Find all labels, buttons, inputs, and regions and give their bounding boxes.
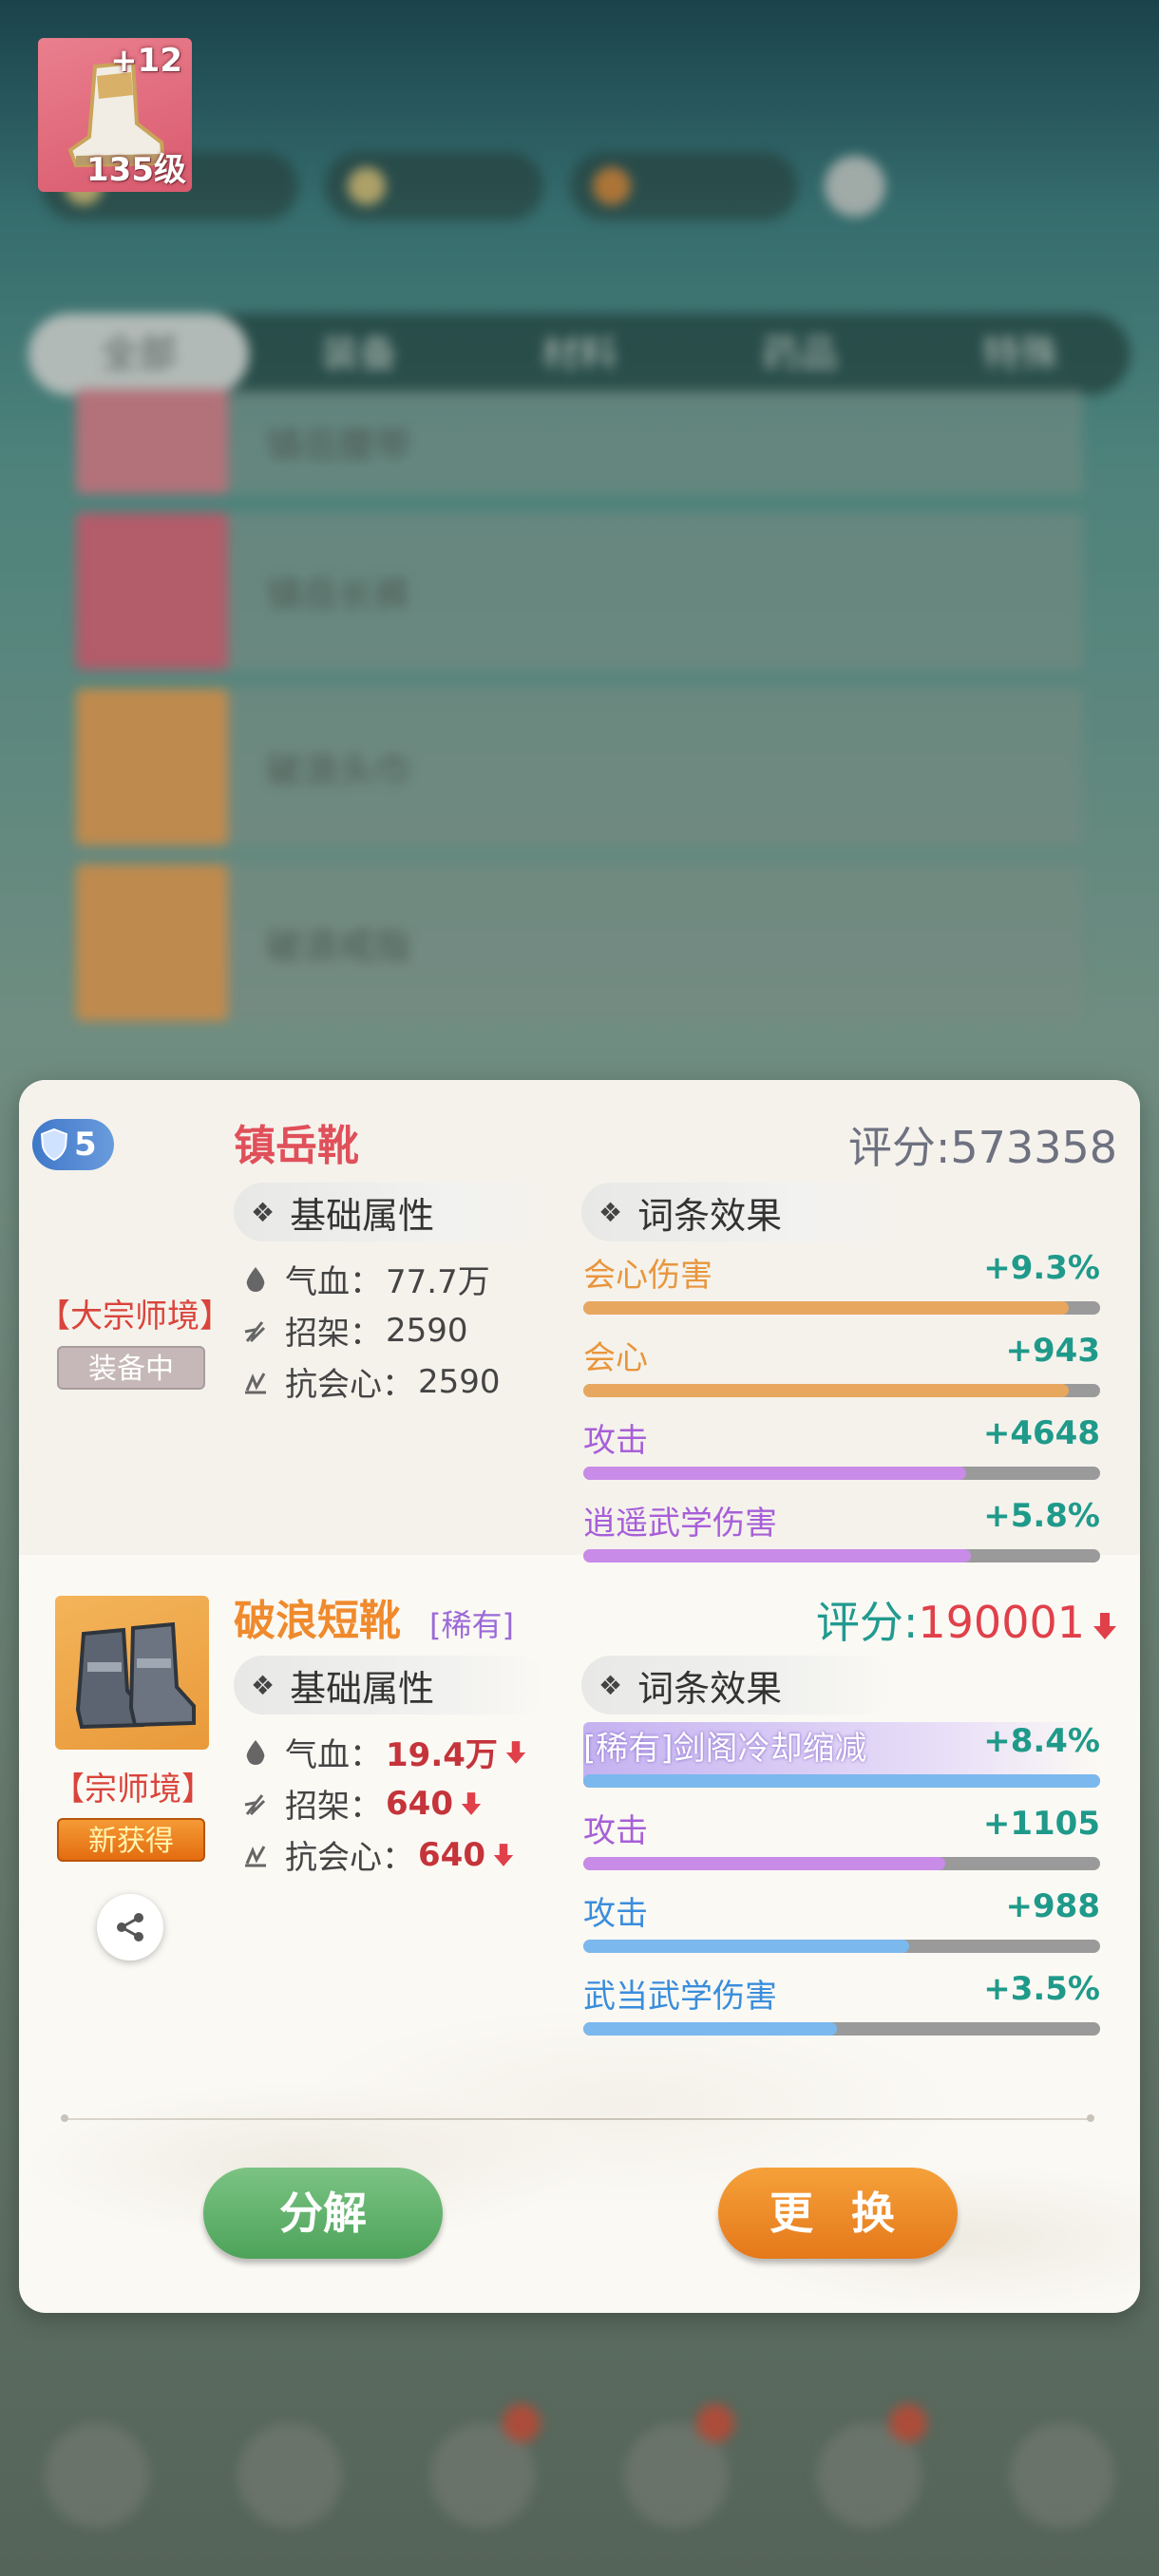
affix-bar-fill (583, 1857, 945, 1870)
star-badge: 5 (32, 1119, 114, 1170)
affix-value: +5.8% (983, 1497, 1100, 1535)
affix-bar (583, 2022, 1100, 2036)
affix-value: +1105 (982, 1805, 1100, 1843)
diamond-icon: ❖ (251, 1196, 276, 1228)
new-item-name: 破浪短靴 (234, 1597, 401, 1645)
affix-value: +943 (1005, 1332, 1100, 1370)
shield-icon (40, 1127, 68, 1162)
equipped-status-tag: 装备中 (57, 1346, 205, 1390)
base-attributes-header: ❖ 基础属性 (234, 1656, 547, 1714)
stat-crit-resist: 抗会心： 2590 (243, 1358, 501, 1405)
stat-hp: 气血： 77.7万 (243, 1256, 490, 1302)
new-item-affix-list: [稀有]剑阁冷却缩减 +8.4% 攻击 +1105 攻击 +988 武当武学伤害 +3.… (583, 1722, 1100, 2036)
affix-bar-fill (583, 1774, 1100, 1788)
equipped-item-icon[interactable]: +12 135级 (38, 38, 192, 192)
affix-effects-header: ❖ 词条效果 (581, 1183, 895, 1241)
affix-bar-fill (583, 1940, 909, 1953)
disassemble-button[interactable]: 分解 (203, 2168, 443, 2259)
affix-bar (583, 1857, 1100, 1870)
affix-row: 攻击 +4648 (583, 1414, 1100, 1480)
affix-bar (583, 1940, 1100, 1953)
affix-bar-fill (583, 1301, 1070, 1315)
affix-row: 会心 +943 (583, 1332, 1100, 1397)
stat-hp: 气血： 19.4万 (243, 1729, 526, 1775)
stat-crit-resist: 抗会心： 640 (243, 1831, 514, 1878)
diamond-icon: ❖ (598, 1669, 623, 1701)
equipped-item-name: 镇岳靴 (234, 1122, 359, 1170)
diamond-icon: ❖ (598, 1196, 623, 1228)
down-arrow-icon (1093, 1612, 1116, 1639)
crit-resist-icon (245, 1845, 266, 1866)
new-item-realm: 【宗师境】 (52, 1771, 214, 1809)
parry-icon (244, 1793, 266, 1815)
stat-parry: 招架： 2590 (243, 1307, 468, 1354)
affix-effects-header: ❖ 词条效果 (581, 1656, 895, 1714)
equipped-affix-list: 会心伤害 +9.3% 会心 +943 攻击 +4648 逍遥武学伤害 +5.8% (583, 1249, 1100, 1563)
affix-bar (583, 1774, 1100, 1788)
parry-icon (244, 1320, 266, 1342)
affix-label: 攻击 (583, 1422, 648, 1460)
equipped-score: 评分:573358 (847, 1122, 1117, 1173)
replace-button[interactable]: 更 换 (718, 2168, 958, 2259)
share-button[interactable] (97, 1894, 163, 1960)
affix-bar (583, 1301, 1100, 1315)
affix-label: 会心伤害 (583, 1257, 712, 1295)
affix-label: 武当武学伤害 (583, 1978, 777, 2016)
blood-drop-icon (246, 1266, 265, 1292)
equipped-realm: 【大宗师境】 (38, 1297, 232, 1335)
share-icon (117, 1913, 143, 1941)
affix-bar (583, 1467, 1100, 1480)
affix-value: +3.5% (983, 1970, 1100, 2008)
affix-bar-fill (583, 1549, 971, 1563)
crit-resist-icon (245, 1372, 266, 1393)
affix-value: +8.4% (983, 1722, 1100, 1760)
base-attributes-header: ❖ 基础属性 (234, 1183, 547, 1241)
affix-row: 攻击 +988 (583, 1887, 1100, 1953)
affix-row: 会心伤害 +9.3% (583, 1249, 1100, 1315)
affix-row: 攻击 +1105 (583, 1805, 1100, 1870)
affix-bar-fill (583, 1467, 966, 1480)
item-level: 135级 (86, 151, 186, 189)
affix-row: 武当武学伤害 +3.5% (583, 1970, 1100, 2036)
affix-value: +9.3% (983, 1249, 1100, 1287)
star-count: 5 (74, 1126, 97, 1164)
enhance-level: +12 (110, 42, 182, 80)
affix-bar-fill (583, 2022, 837, 2036)
affix-label: 会心 (583, 1339, 648, 1377)
divider (61, 2114, 1094, 2122)
affix-label: 逍遥武学伤害 (583, 1505, 777, 1543)
affix-label: 攻击 (583, 1895, 648, 1933)
affix-label: [稀有]剑阁冷却缩减 (583, 1730, 867, 1768)
affix-bar (583, 1549, 1100, 1563)
down-arrow-icon (461, 1791, 482, 1815)
affix-row: [稀有]剑阁冷却缩减 +8.4% (583, 1722, 1100, 1788)
boot-icon (75, 1621, 196, 1730)
affix-label: 攻击 (583, 1812, 648, 1850)
diamond-icon: ❖ (251, 1669, 276, 1701)
down-arrow-icon (505, 1740, 526, 1764)
affix-value: +4648 (982, 1414, 1100, 1452)
blood-drop-icon (246, 1739, 265, 1765)
new-item-status-tag: 新获得 (57, 1818, 205, 1862)
affix-row: 逍遥武学伤害 +5.8% (583, 1497, 1100, 1563)
new-item-icon[interactable] (55, 1596, 209, 1750)
affix-value: +988 (1005, 1887, 1100, 1925)
down-arrow-icon (493, 1843, 514, 1866)
affix-bar (583, 1384, 1100, 1397)
rarity-tag: [稀有] (429, 1607, 514, 1643)
affix-bar-fill (583, 1384, 1070, 1397)
new-item-score: 评分:190001 (816, 1588, 1117, 1651)
stat-parry: 招架： 640 (243, 1780, 482, 1827)
